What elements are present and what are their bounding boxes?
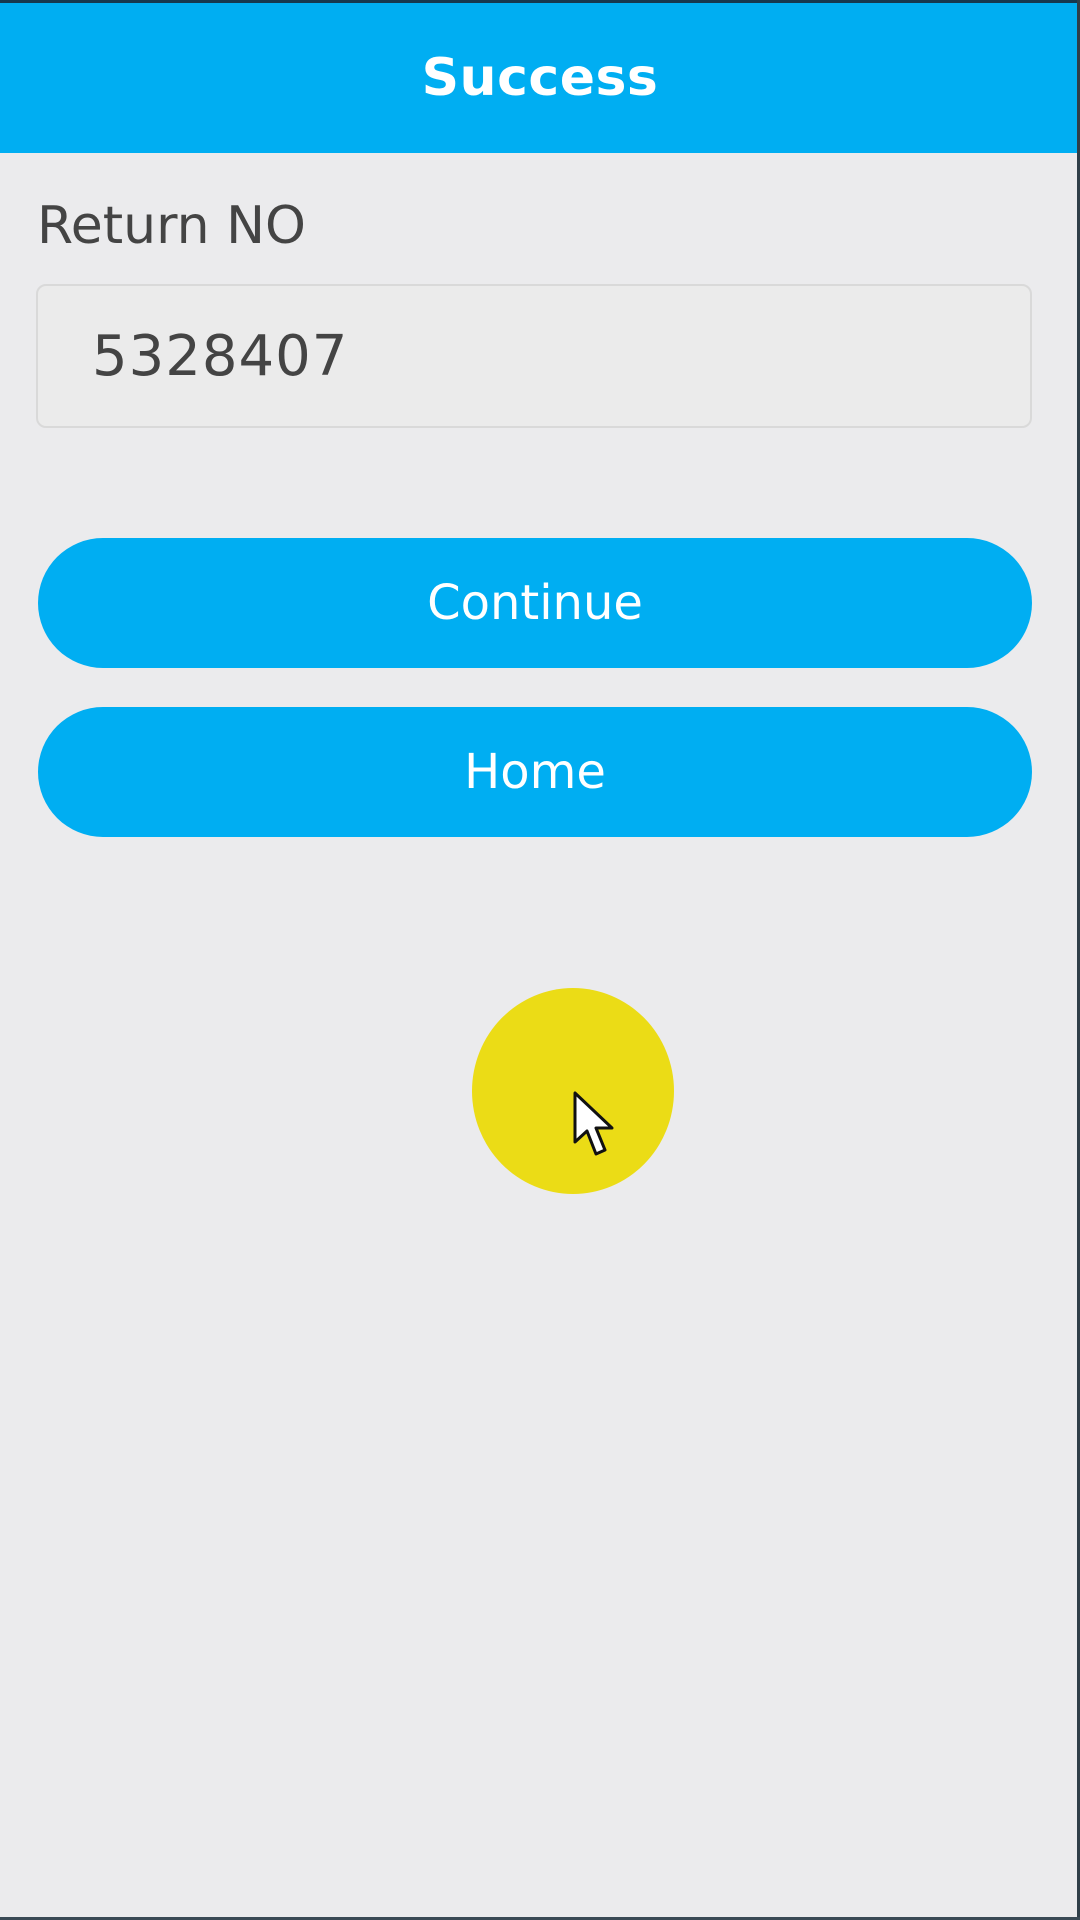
continue-button[interactable]: Continue — [38, 538, 1032, 668]
continue-button-label: Continue — [427, 575, 643, 631]
app-screen: Success Return NO 5328407 Continue Home — [0, 0, 1080, 1920]
return-no-label: Return NO — [37, 196, 306, 256]
page-title: Success — [421, 48, 659, 108]
home-button[interactable]: Home — [38, 707, 1032, 837]
return-no-value: 5328407 — [92, 323, 349, 389]
return-no-field[interactable]: 5328407 — [36, 284, 1032, 428]
arrow-cursor-icon — [573, 1091, 614, 1156]
app-header: Success — [0, 0, 1080, 153]
home-button-label: Home — [464, 744, 606, 800]
